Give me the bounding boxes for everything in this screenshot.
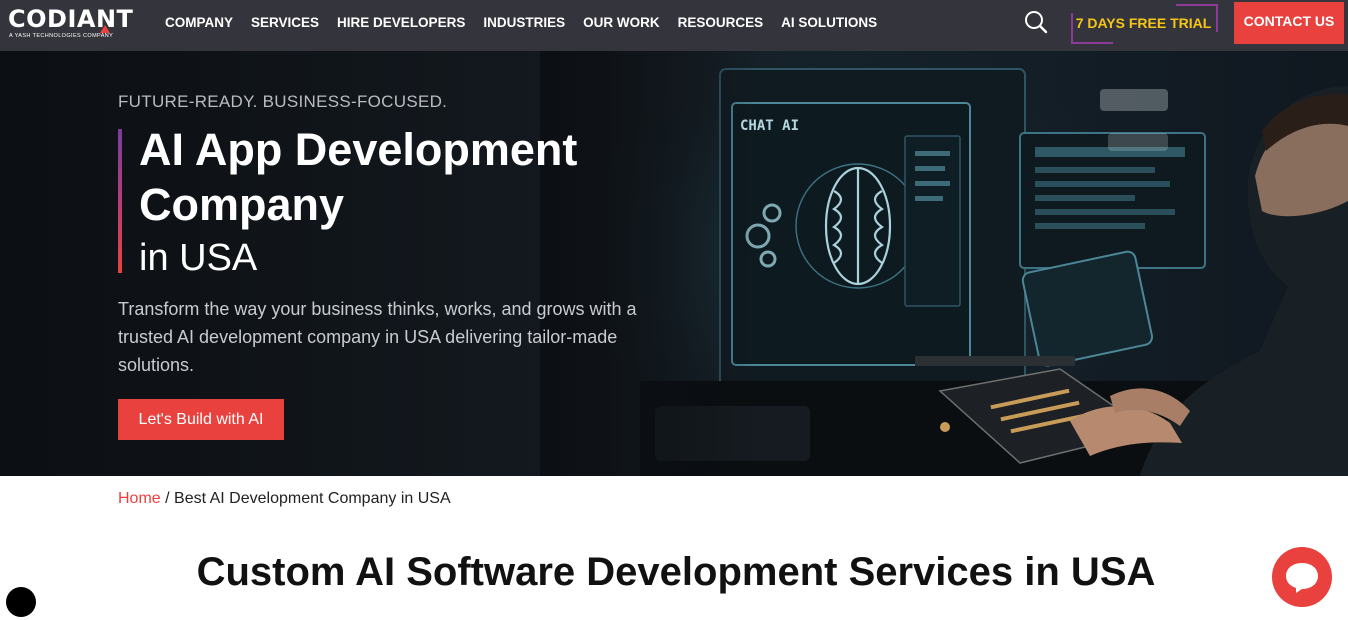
nav-item-our-work[interactable]: OUR WORK xyxy=(583,15,660,30)
hero-accent-bar xyxy=(118,129,122,273)
lets-build-with-ai-button[interactable]: Let's Build with AI xyxy=(118,399,284,440)
codiant-logo[interactable]: CODIANT A YASH TECHNOLOGIES COMPANY xyxy=(8,6,138,42)
trial-bracket xyxy=(1216,4,1218,32)
screen-chat-ai-label: CHAT AI xyxy=(740,118,800,134)
nav-item-services[interactable]: SERVICES xyxy=(251,15,319,30)
accessibility-icon[interactable] xyxy=(6,587,36,617)
hero-title-line-1: AI App Development xyxy=(139,124,578,175)
nav-item-ai-solutions[interactable]: AI SOLUTIONS xyxy=(781,15,877,30)
logo-triangle-icon xyxy=(100,25,110,33)
logo-tagline: A YASH TECHNOLOGIES COMPANY xyxy=(9,33,114,39)
search-icon[interactable] xyxy=(1024,10,1048,34)
chat-widget-button[interactable] xyxy=(1272,547,1332,607)
nav-item-company[interactable]: COMPANY xyxy=(165,15,233,30)
breadcrumb: Home / Best AI Development Company in US… xyxy=(118,490,451,508)
breadcrumb-separator: / xyxy=(160,490,175,507)
nav-item-resources[interactable]: RESOURCES xyxy=(678,15,764,30)
top-navigation: CODIANT A YASH TECHNOLOGIES COMPANY COMP… xyxy=(0,0,1348,51)
contact-us-button[interactable]: CONTACT US xyxy=(1234,2,1344,44)
hero-title-line-3: in USA xyxy=(139,237,258,279)
free-trial-button[interactable]: 7 DAYS FREE TRIAL xyxy=(1071,4,1218,44)
breadcrumb-home-link[interactable]: Home xyxy=(118,490,161,507)
logo-wordmark: CODIANT xyxy=(8,5,134,33)
chat-bubble-icon xyxy=(1286,563,1318,593)
main-menu: COMPANY SERVICES HIRE DEVELOPERS INDUSTR… xyxy=(165,0,895,44)
breadcrumb-current: Best AI Development Company in USA xyxy=(174,490,451,507)
nav-item-hire-developers[interactable]: HIRE DEVELOPERS xyxy=(337,15,465,30)
free-trial-label: 7 DAYS FREE TRIAL xyxy=(1075,15,1212,31)
hero-eyebrow: FUTURE-READY. BUSINESS-FOCUSED. xyxy=(118,92,448,111)
section-title: Custom AI Software Development Services … xyxy=(196,550,1156,594)
nav-item-industries[interactable]: INDUSTRIES xyxy=(483,15,565,30)
hero-description: Transform the way your business thinks, … xyxy=(118,299,637,375)
hero-title-line-2: Company xyxy=(139,179,345,230)
hero-section: CHAT AI FUTURE-READY. BUSINESS-FOCUSED. … xyxy=(0,51,1348,476)
